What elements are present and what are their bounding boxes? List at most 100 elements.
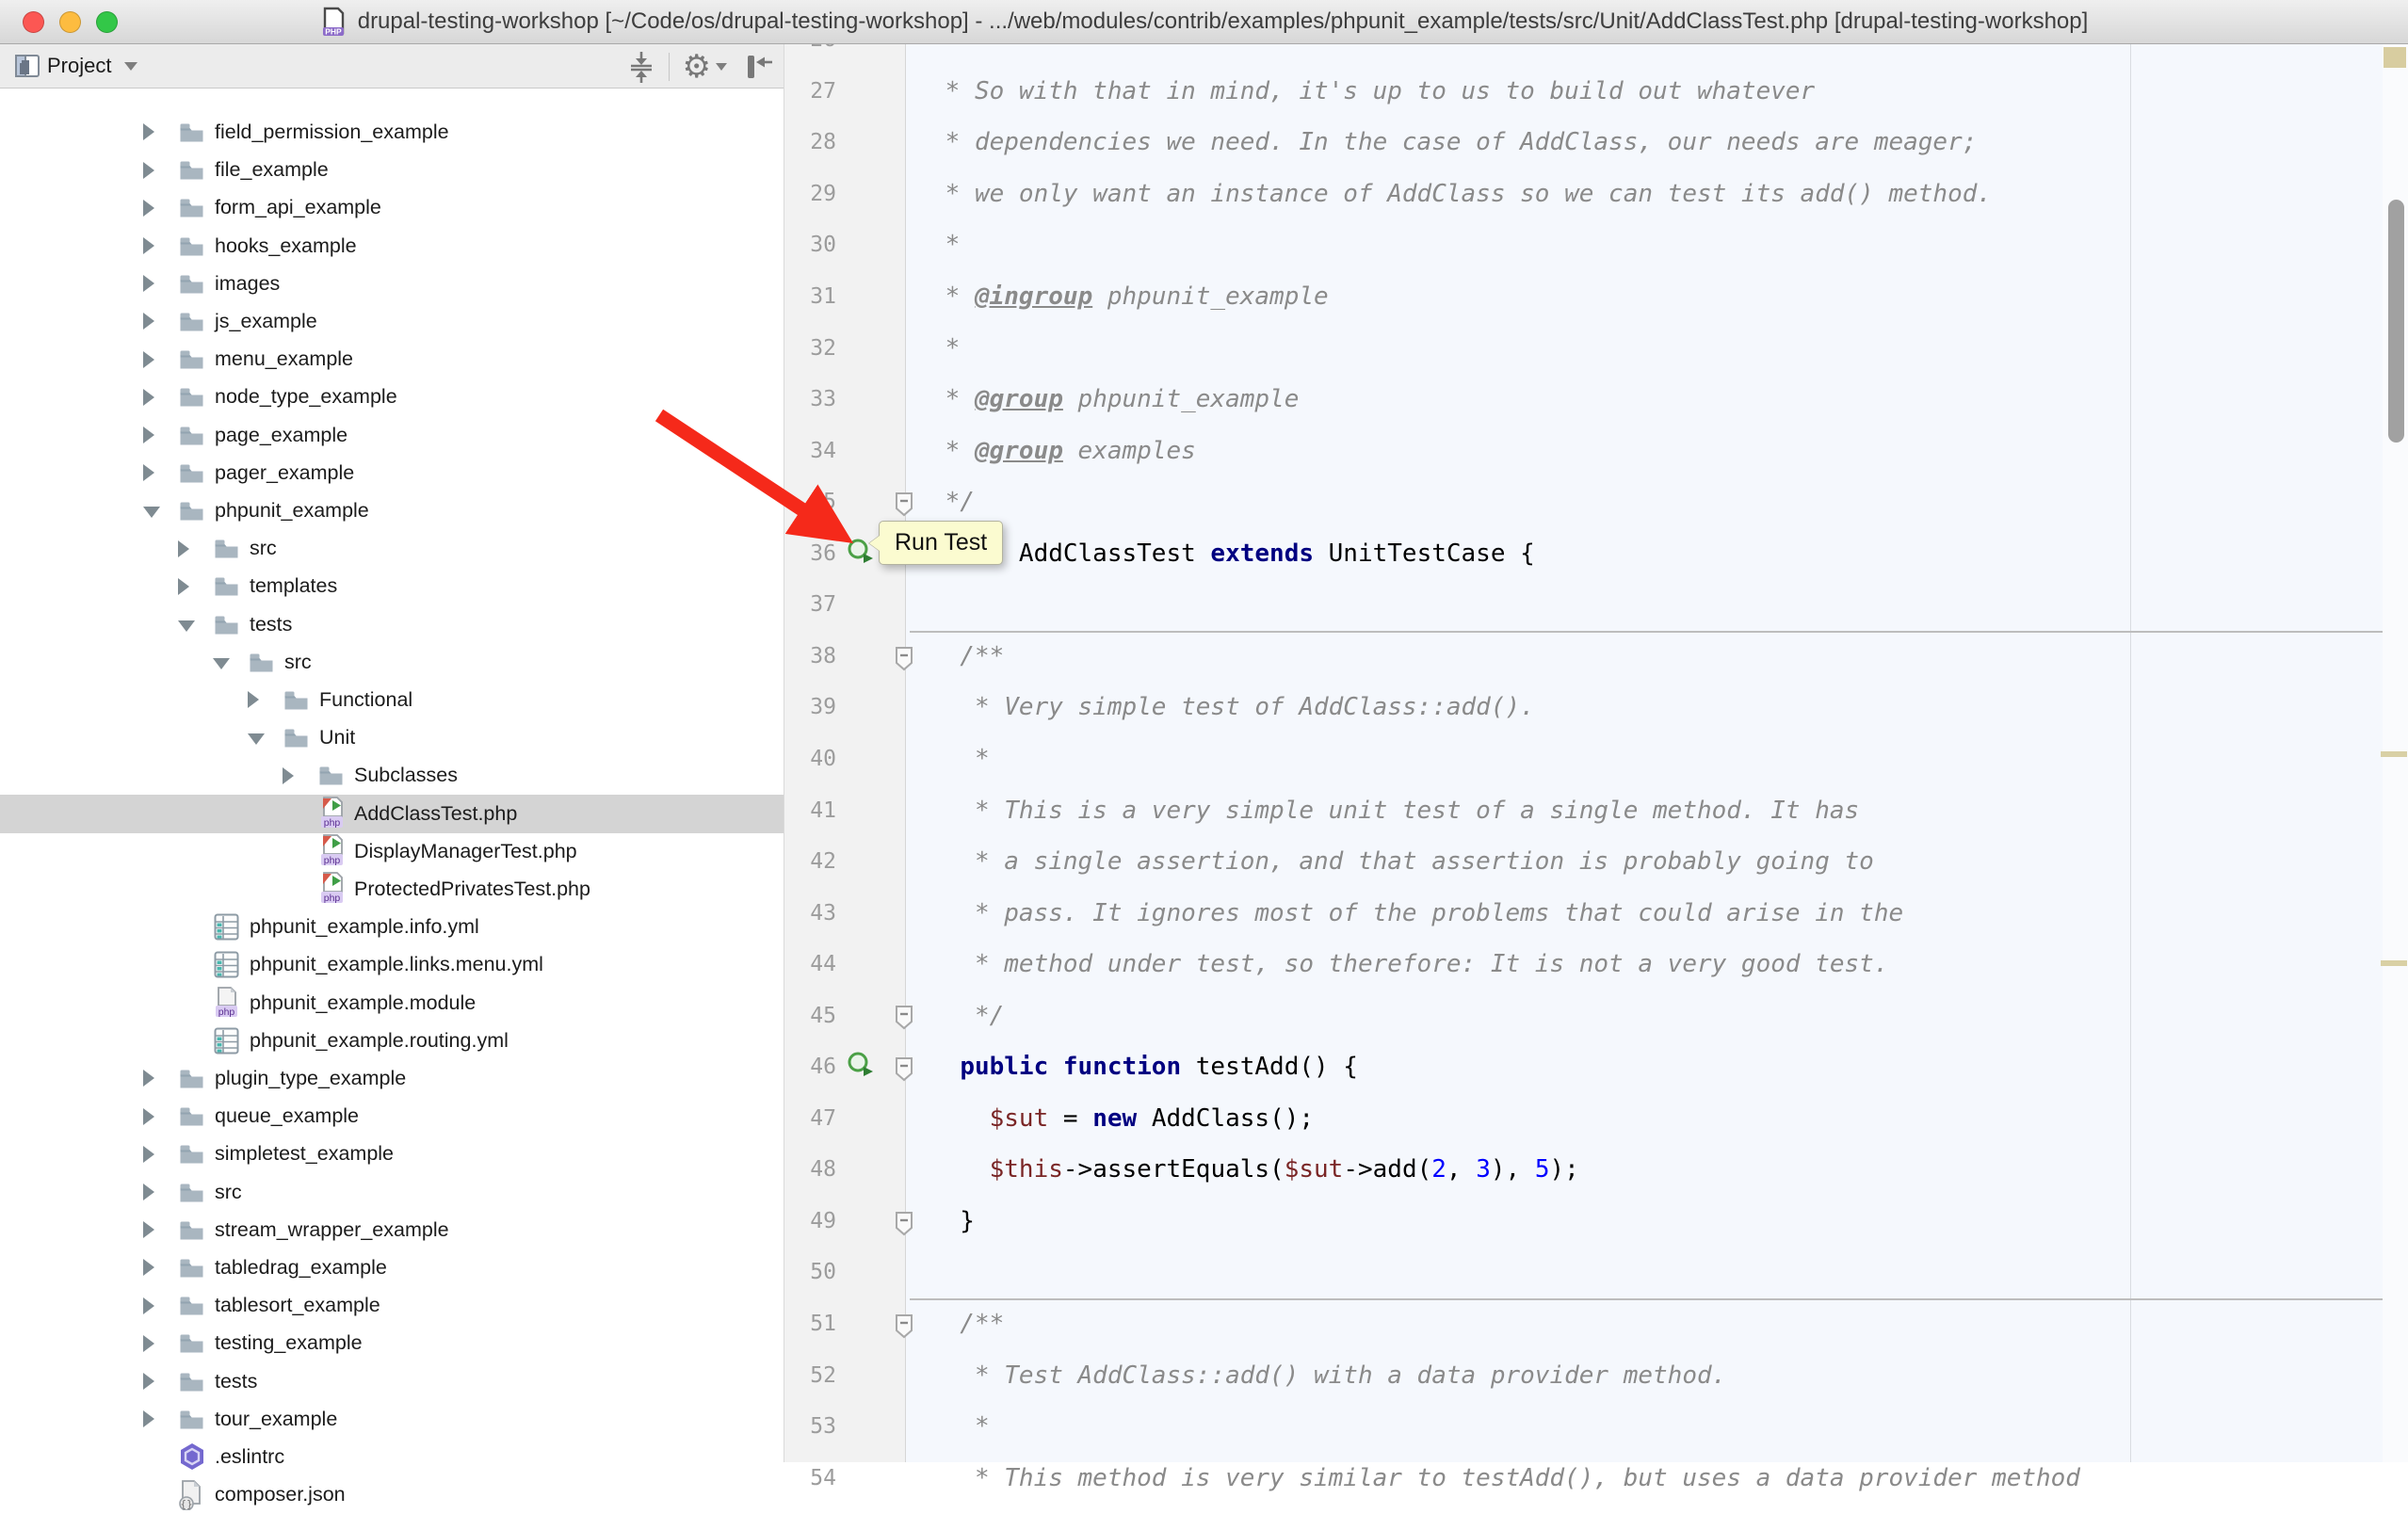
tree-item-js-example[interactable]: js_example bbox=[0, 302, 784, 341]
editor-line-44[interactable]: 44 * method under test, so therefore: It… bbox=[784, 939, 2383, 991]
chevron-expanded-icon[interactable] bbox=[178, 620, 195, 632]
fold-marker-icon[interactable] bbox=[894, 1311, 914, 1339]
editor-line-35[interactable]: 35 */ bbox=[784, 476, 2383, 528]
code-text[interactable]: /** bbox=[906, 1310, 1004, 1338]
chevron-collapsed-icon[interactable] bbox=[143, 427, 154, 443]
chevron-collapsed-icon[interactable] bbox=[143, 1297, 154, 1314]
chevron-collapsed-icon[interactable] bbox=[143, 1410, 154, 1427]
project-panel-title[interactable]: Project bbox=[47, 54, 111, 78]
code-text[interactable]: */ bbox=[906, 1002, 1004, 1030]
tree-item-src[interactable]: src bbox=[0, 529, 784, 568]
code-text[interactable]: /** bbox=[906, 642, 1004, 670]
tree-item-addclasstest-php[interactable]: phpAddClassTest.php bbox=[0, 795, 784, 833]
fold-marker-icon[interactable] bbox=[894, 1002, 914, 1030]
chevron-collapsed-icon[interactable] bbox=[143, 313, 154, 330]
tree-item-tests[interactable]: tests bbox=[0, 605, 784, 644]
minimize-button[interactable] bbox=[59, 11, 81, 33]
tree-item-phpunit-example-routing-yml[interactable]: phpunit_example.routing.yml bbox=[0, 1022, 784, 1060]
code-text[interactable]: * bbox=[906, 334, 960, 362]
project-views-caret-icon[interactable] bbox=[124, 62, 137, 71]
code-text[interactable]: * bbox=[906, 745, 990, 773]
chevron-collapsed-icon[interactable] bbox=[143, 123, 154, 140]
editor-line-39[interactable]: 39 * Very simple test of AddClass::add()… bbox=[784, 682, 2383, 733]
chevron-collapsed-icon[interactable] bbox=[143, 275, 154, 292]
zoom-button[interactable] bbox=[96, 11, 118, 33]
editor-line-30[interactable]: 30 * bbox=[784, 219, 2383, 271]
chevron-collapsed-icon[interactable] bbox=[143, 162, 154, 179]
tree-item-field-permission-example[interactable]: field_permission_example bbox=[0, 113, 784, 152]
hide-panel-icon[interactable] bbox=[744, 53, 774, 81]
code-text[interactable]: * bbox=[906, 231, 960, 259]
fold-marker-icon[interactable] bbox=[894, 489, 914, 517]
tree-item-plugin-type-example[interactable]: plugin_type_example bbox=[0, 1059, 784, 1098]
tree-item-menu-example[interactable]: menu_example bbox=[0, 340, 784, 378]
fold-marker-icon[interactable] bbox=[894, 1208, 914, 1236]
tree-item-phpunit-example-links-menu-yml[interactable]: phpunit_example.links.menu.yml bbox=[0, 945, 784, 984]
chevron-collapsed-icon[interactable] bbox=[143, 1146, 154, 1163]
tree-item-phpunit-example-module[interactable]: phpphpunit_example.module bbox=[0, 984, 784, 1023]
tree-item-form-api-example[interactable]: form_api_example bbox=[0, 188, 784, 227]
chevron-collapsed-icon[interactable] bbox=[178, 578, 189, 595]
tree-item--eslintrc[interactable]: .eslintrc bbox=[0, 1438, 784, 1476]
tree-item-tablesort-example[interactable]: tablesort_example bbox=[0, 1286, 784, 1325]
editor-line-31[interactable]: 31 * @ingroup phpunit_example bbox=[784, 271, 2383, 323]
tree-item-displaymanagertest-php[interactable]: phpDisplayManagerTest.php bbox=[0, 832, 784, 871]
chevron-collapsed-icon[interactable] bbox=[143, 1373, 154, 1390]
code-text[interactable]: * we only want an instance of AddClass s… bbox=[906, 180, 1992, 208]
chevron-expanded-icon[interactable] bbox=[213, 658, 230, 669]
code-text[interactable]: * method under test, so therefore: It is… bbox=[906, 950, 1888, 978]
editor-line-49[interactable]: 49 } bbox=[784, 1196, 2383, 1248]
tree-item-page-example[interactable]: page_example bbox=[0, 416, 784, 455]
editor-line-54[interactable]: 54 * This method is very similar to test… bbox=[784, 1452, 2383, 1504]
editor-line-52[interactable]: 52 * Test AddClass::add() with a data pr… bbox=[784, 1349, 2383, 1401]
code-text[interactable]: * @group examples bbox=[906, 437, 1196, 465]
tree-item-src[interactable]: src bbox=[0, 1173, 784, 1212]
code-text[interactable]: * pass. It ignores most of the problems … bbox=[906, 899, 1903, 927]
editor-line-32[interactable]: 32 * bbox=[784, 322, 2383, 374]
tree-item-functional[interactable]: Functional bbox=[0, 681, 784, 719]
editor-line-27[interactable]: 27 * So with that in mind, it's up to us… bbox=[784, 66, 2383, 118]
editor-line-45[interactable]: 45 */ bbox=[784, 990, 2383, 1041]
tree-item-composer-json[interactable]: {}composer.json bbox=[0, 1475, 784, 1514]
chevron-expanded-icon[interactable] bbox=[248, 733, 265, 745]
tree-item-simpletest-example[interactable]: simpletest_example bbox=[0, 1135, 784, 1173]
tree-item-protectedprivatestest-php[interactable]: phpProtectedPrivatesTest.php bbox=[0, 870, 784, 909]
tree-item-phpunit-example[interactable]: phpunit_example bbox=[0, 491, 784, 530]
code-text[interactable]: * bbox=[906, 1412, 990, 1441]
code-text[interactable]: * So with that in mind, it's up to us to… bbox=[906, 77, 1815, 105]
chevron-collapsed-icon[interactable] bbox=[143, 1221, 154, 1238]
tree-item-phpunit-example-info-yml[interactable]: phpunit_example.info.yml bbox=[0, 908, 784, 946]
code-text[interactable]: $this->assertEquals($sut->add(2, 3), 5); bbox=[906, 1155, 1579, 1184]
editor-line-40[interactable]: 40 * bbox=[784, 733, 2383, 785]
chevron-collapsed-icon[interactable] bbox=[178, 540, 189, 557]
chevron-collapsed-icon[interactable] bbox=[143, 237, 154, 254]
code-text[interactable]: * This method is very similar to testAdd… bbox=[906, 1464, 2080, 1492]
editor-line-38[interactable]: 38 /** bbox=[784, 631, 2383, 683]
chevron-expanded-icon[interactable] bbox=[143, 507, 160, 518]
tree-item-queue-example[interactable]: queue_example bbox=[0, 1097, 784, 1136]
tree-item-tour-example[interactable]: tour_example bbox=[0, 1400, 784, 1439]
chevron-collapsed-icon[interactable] bbox=[143, 200, 154, 217]
tree-item-testing-example[interactable]: testing_example bbox=[0, 1324, 784, 1362]
tree-item-pager-example[interactable]: pager_example bbox=[0, 454, 784, 492]
code-text[interactable]: * This is a very simple unit test of a s… bbox=[906, 797, 1859, 825]
editor-line-43[interactable]: 43 * pass. It ignores most of the proble… bbox=[784, 887, 2383, 939]
code-text[interactable]: * Very simple test of AddClass::add(). bbox=[906, 693, 1535, 721]
chevron-collapsed-icon[interactable] bbox=[143, 1070, 154, 1087]
code-text[interactable]: $sut = new AddClass(); bbox=[906, 1104, 1314, 1133]
editor-line-53[interactable]: 53 * bbox=[784, 1401, 2383, 1453]
fold-marker-icon[interactable] bbox=[894, 1054, 914, 1082]
code-text[interactable]: * Test AddClass::add() with a data provi… bbox=[906, 1361, 1726, 1390]
chevron-collapsed-icon[interactable] bbox=[283, 767, 294, 784]
tree-item-tests[interactable]: tests bbox=[0, 1362, 784, 1401]
run-test-tooltip[interactable]: Run Test bbox=[879, 521, 1003, 565]
tree-item-tabledrag-example[interactable]: tabledrag_example bbox=[0, 1248, 784, 1287]
code-text[interactable]: * @group phpunit_example bbox=[906, 385, 1299, 413]
tree-item-src[interactable]: src bbox=[0, 643, 784, 682]
editor-line-41[interactable]: 41 * This is a very simple unit test of … bbox=[784, 784, 2383, 836]
editor-line-34[interactable]: 34 * @group examples bbox=[784, 425, 2383, 476]
code-text[interactable]: */ bbox=[906, 488, 975, 516]
collapse-all-icon[interactable] bbox=[627, 50, 655, 84]
settings-gear-icon[interactable]: ⚙ bbox=[683, 51, 727, 83]
editor-line-50[interactable]: 50 bbox=[784, 1247, 2383, 1298]
